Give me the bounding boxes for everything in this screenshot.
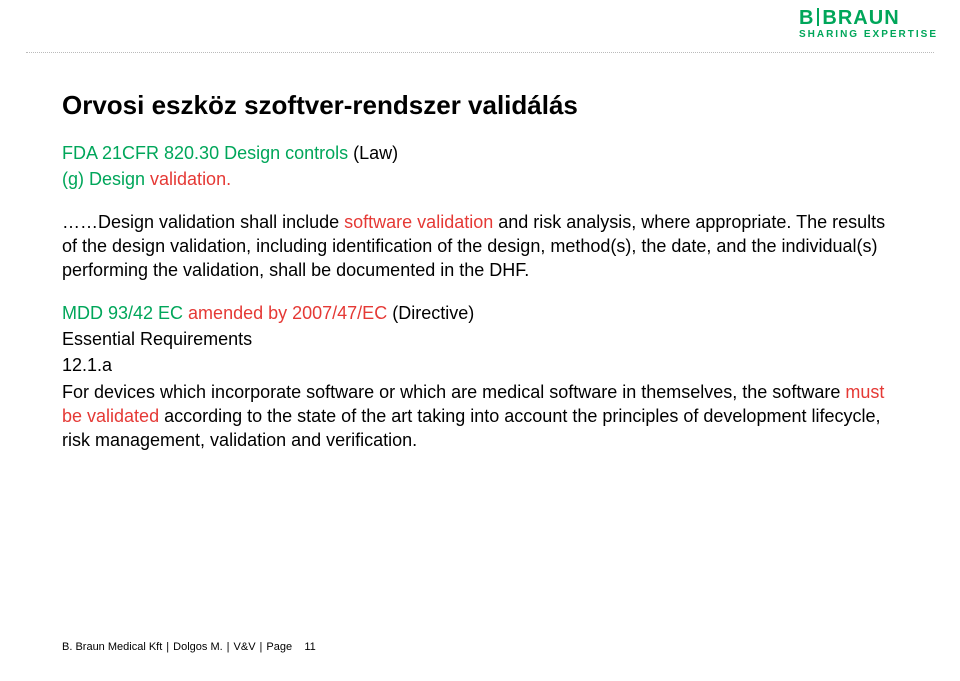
brand-divider (817, 8, 819, 26)
sec1-p1b: software validation (344, 212, 498, 232)
brand-tagline: SHARING EXPERTISE (799, 30, 938, 40)
sec2: MDD 93/42 EC amended by 2007/47/EC (Dire… (62, 301, 900, 453)
footer-page-label: Page (266, 641, 292, 653)
slide-content: Orvosi eszköz szoftver-rendszer validálá… (62, 90, 900, 452)
sec1-p1a: ……Design validation shall include (62, 212, 344, 232)
footer-sep1: | (166, 641, 169, 653)
slide-title: Orvosi eszköz szoftver-rendszer validálá… (62, 90, 900, 121)
footer-section: V&V (234, 641, 256, 653)
brand-logo-top: B BRAUN (799, 8, 938, 28)
brand-braun: BRAUN (822, 7, 899, 29)
design-validation-red: validation. (150, 169, 231, 189)
sec1-line2: (g) Design validation. (62, 167, 900, 191)
sec2-essreq: Essential Requirements (62, 327, 900, 351)
sec2-heading: MDD 93/42 EC amended by 2007/47/EC (Dire… (62, 301, 900, 325)
slide-footer: B. Braun Medical Kft|Dolgos M.|V&V|Page … (62, 641, 316, 653)
footer-page-num: 11 (304, 641, 315, 653)
sec1-paragraph: ……Design validation shall include softwa… (62, 210, 900, 283)
header-rule (26, 52, 934, 53)
sec1-line1: FDA 21CFR 820.30 Design controls (Law) (62, 141, 900, 165)
mdd-note: (Directive) (387, 303, 474, 323)
fda-ref: FDA 21CFR 820.30 Design controls (62, 143, 348, 163)
brand-logo: B BRAUN SHARING EXPERTISE (799, 8, 938, 40)
fda-ref-note: (Law) (348, 143, 398, 163)
brand-b: B (799, 7, 814, 29)
sec2-paragraph: For devices which incorporate software o… (62, 380, 900, 453)
footer-author: Dolgos M. (173, 641, 223, 653)
sec2-p1a: For devices which incorporate software o… (62, 382, 845, 402)
footer-sep3: | (260, 641, 263, 653)
footer-org: B. Braun Medical Kft (62, 641, 162, 653)
sec2-p1c: according to the state of the art taking… (62, 406, 881, 450)
sec2-clause: 12.1.a (62, 353, 900, 377)
footer-sep2: | (227, 641, 230, 653)
design-g: (g) Design (62, 169, 150, 189)
mdd-amended: amended by 2007/47/EC (188, 303, 387, 323)
mdd-ref: MDD 93/42 EC (62, 303, 188, 323)
